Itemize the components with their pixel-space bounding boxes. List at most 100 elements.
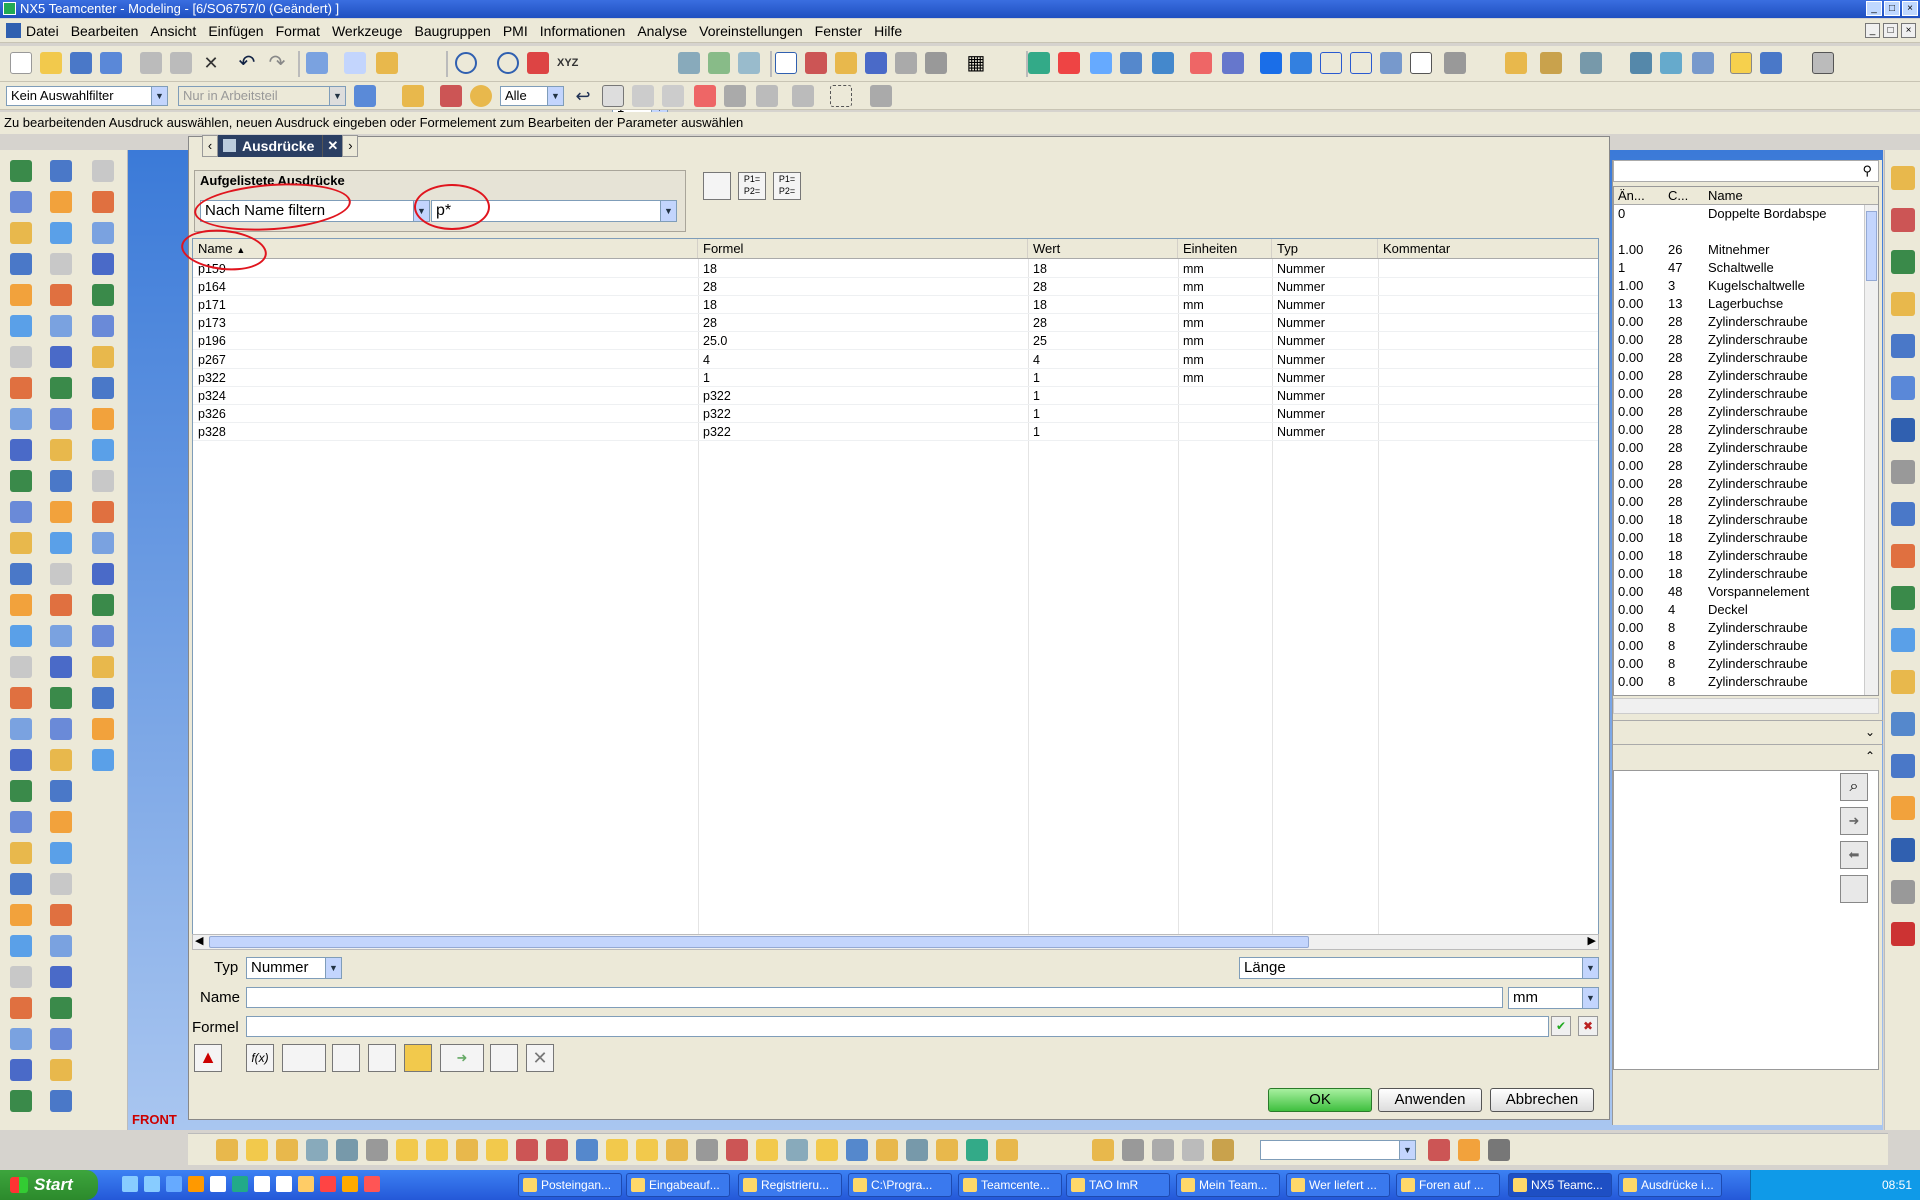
document-icon[interactable]	[6, 23, 21, 38]
chevron-down-icon[interactable]: ▼	[660, 201, 676, 221]
snap-tool-icon[interactable]	[1212, 1139, 1234, 1161]
rectangle-select-icon[interactable]	[830, 85, 852, 107]
quick-launch-icon[interactable]	[188, 1176, 204, 1192]
assembly-load-icon[interactable]	[1630, 52, 1652, 74]
forward-arrow-icon[interactable]: ➜	[1840, 807, 1868, 835]
chevron-down-icon[interactable]: ▼	[547, 87, 563, 105]
feature-tool-icon[interactable]	[50, 253, 72, 275]
menu-voreinstellungen[interactable]: Voreinstellungen	[699, 23, 803, 39]
feature-tool-icon[interactable]	[92, 408, 114, 430]
resource-bar-tab-icon[interactable]	[1891, 544, 1915, 568]
feature-tool-icon[interactable]	[10, 284, 32, 306]
reset-filter-icon[interactable]: ↩	[572, 85, 594, 107]
revolve-icon[interactable]	[895, 52, 917, 74]
feature-tool-icon[interactable]	[50, 811, 72, 833]
mass-properties-icon[interactable]	[1580, 52, 1602, 74]
resource-bar-tab-icon[interactable]	[1891, 334, 1915, 358]
utility-tool-icon[interactable]	[426, 1139, 448, 1161]
close-window-button[interactable]: ×	[1902, 1, 1918, 16]
utility-tool-icon[interactable]	[366, 1139, 388, 1161]
menu-baugruppen[interactable]: Baugruppen	[415, 23, 491, 39]
zoom-window-icon[interactable]	[1090, 52, 1112, 74]
information-icon[interactable]	[344, 52, 366, 74]
navigator-row[interactable]: 0.00 18 Zylinderschraube	[1614, 529, 1878, 547]
feature-tool-icon[interactable]	[10, 563, 32, 585]
feature-tool-icon[interactable]	[50, 873, 72, 895]
dimension-select[interactable]: Länge ▼	[1239, 957, 1599, 979]
feature-tool-icon[interactable]	[92, 346, 114, 368]
mdi-close-button[interactable]: ×	[1901, 23, 1916, 38]
navigator-row[interactable]: 0 Doppelte Bordabspe	[1614, 205, 1878, 223]
feature-tool-icon[interactable]	[50, 780, 72, 802]
table-row[interactable]: p326 p322 1 Nummer	[193, 405, 1598, 423]
collapse-arrow-icon[interactable]: ▲	[194, 1044, 222, 1072]
taskbar-button[interactable]: Mein Team...	[1176, 1173, 1280, 1197]
close-icon[interactable]: ✕	[322, 135, 343, 157]
resource-bar-tab-icon[interactable]	[1891, 376, 1915, 400]
orient-view-icon[interactable]	[1190, 52, 1212, 74]
assembly-clone-icon[interactable]	[1692, 52, 1714, 74]
export-arrow-icon[interactable]: ➜	[440, 1044, 484, 1072]
feature-tool-icon[interactable]	[10, 439, 32, 461]
utility-tool-icon[interactable]	[306, 1139, 328, 1161]
feature-tool-icon[interactable]	[10, 625, 32, 647]
reject-edit-icon[interactable]: ✖	[1578, 1016, 1598, 1036]
feature-tool-icon[interactable]	[10, 1028, 32, 1050]
quick-launch-icon[interactable]	[166, 1176, 182, 1192]
column-header-name[interactable]: Name	[1702, 187, 1878, 204]
column-header-comment[interactable]: Kommentar	[1378, 239, 1598, 258]
quick-launch-icon[interactable]	[342, 1176, 358, 1192]
menu-analyse[interactable]: Analyse	[637, 23, 687, 39]
edit-object-icon[interactable]	[306, 52, 328, 74]
menu-datei[interactable]: Datei	[26, 23, 59, 39]
link-expression-icon[interactable]	[332, 1044, 360, 1072]
utility-tool-icon[interactable]	[516, 1139, 538, 1161]
import-expression-icon[interactable]: P1= P2=	[773, 172, 801, 200]
assembly-replace-icon[interactable]	[1660, 52, 1682, 74]
chevron-right-icon[interactable]: ›	[342, 135, 359, 157]
preview-section-header[interactable]: ⌃	[1613, 744, 1883, 766]
utility-tool-icon[interactable]	[816, 1139, 838, 1161]
resource-bar-tab-icon[interactable]	[1891, 838, 1915, 862]
chevron-down-icon[interactable]: ▼	[151, 87, 167, 105]
scroll-thumb[interactable]	[1866, 211, 1877, 281]
trim-icon[interactable]	[925, 52, 947, 74]
feature-tool-icon[interactable]	[50, 284, 72, 306]
fit-icon[interactable]	[1058, 52, 1080, 74]
feature-tool-icon[interactable]	[50, 439, 72, 461]
feature-tool-icon[interactable]	[92, 718, 114, 740]
quick-launch-icon[interactable]	[210, 1176, 226, 1192]
drawing-icon[interactable]	[1812, 52, 1834, 74]
resource-bar-tab-icon[interactable]	[1891, 166, 1915, 190]
quick-launch-icon[interactable]	[122, 1176, 138, 1192]
feature-tool-icon[interactable]	[10, 346, 32, 368]
feature-tool-icon[interactable]	[10, 873, 32, 895]
type-filter-icon[interactable]	[354, 85, 376, 107]
feature-tool-icon[interactable]	[50, 904, 72, 926]
resource-bar-tab-icon[interactable]	[1891, 754, 1915, 778]
measure-icon[interactable]	[376, 52, 398, 74]
menu-hilfe[interactable]: Hilfe	[874, 23, 902, 39]
pick-center-icon[interactable]	[724, 85, 746, 107]
feature-tool-icon[interactable]	[92, 749, 114, 771]
resource-bar-tab-icon[interactable]	[1891, 502, 1915, 526]
feature-tool-icon[interactable]	[50, 315, 72, 337]
menu-werkzeuge[interactable]: Werkzeuge	[332, 23, 403, 39]
navigator-row[interactable]: 1.00 3 Kugelschaltwelle	[1614, 277, 1878, 295]
feature-tool-icon[interactable]	[92, 253, 114, 275]
feature-tool-icon[interactable]	[10, 780, 32, 802]
navigator-row[interactable]: 0.00 28 Zylinderschraube	[1614, 421, 1878, 439]
start-button[interactable]: Start	[0, 1170, 98, 1200]
resource-bar-tab-icon[interactable]	[1891, 292, 1915, 316]
resource-bar-tab-icon[interactable]	[1891, 208, 1915, 232]
feature-tool-icon[interactable]	[10, 501, 32, 523]
feature-tool-icon[interactable]	[50, 625, 72, 647]
utility-tool-icon[interactable]	[906, 1139, 928, 1161]
list-settings-icon[interactable]	[1840, 875, 1868, 903]
navigator-row[interactable]: 0.00 28 Zylinderschraube	[1614, 313, 1878, 331]
measure-distance-icon[interactable]	[282, 1044, 326, 1072]
navigator-search-bar[interactable]: ⚲	[1613, 160, 1879, 182]
xyz-coordinate-icon[interactable]: XYZ	[557, 52, 579, 74]
feature-tool-icon[interactable]	[10, 594, 32, 616]
delete-icon[interactable]: ✕	[200, 52, 222, 74]
